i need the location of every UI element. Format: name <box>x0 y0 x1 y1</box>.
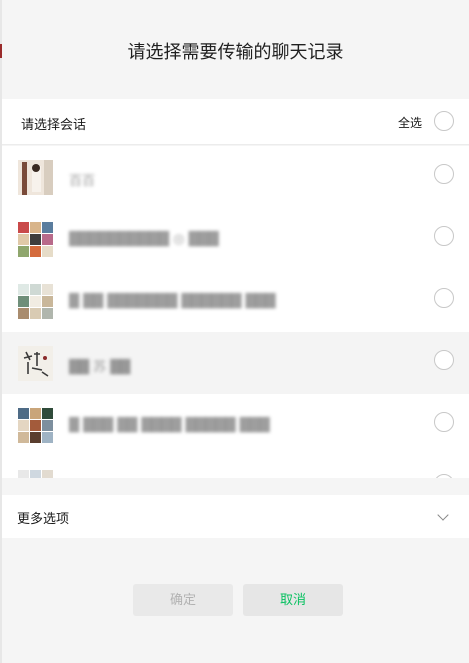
chat-name: █ ███ ██ ████ █████ ███ <box>69 418 270 433</box>
chat-select-radio[interactable] <box>434 474 454 478</box>
chevron-down-icon[interactable] <box>437 509 449 521</box>
chat-row[interactable]: ██████████ ◎ ███ <box>2 208 469 270</box>
confirm-button[interactable]: 确定 <box>133 584 233 616</box>
chat-name: ██ 苏 ██ <box>69 360 131 375</box>
chat-select-radio[interactable] <box>434 226 454 246</box>
chat-select-radio[interactable] <box>434 412 454 432</box>
group-avatar <box>18 284 53 319</box>
chat-name: █ ██ ███████ ██████ ███ <box>69 294 276 309</box>
select-all-radio[interactable] <box>434 111 454 131</box>
chat-select-radio[interactable] <box>434 288 454 308</box>
transfer-chat-dialog: 请选择需要传输的聊天记录 请选择会话 全选 百百 ██████████ ◎ ██… <box>2 0 469 663</box>
chat-row[interactable]: █ ███ ██ ████ █████ ███ <box>2 394 469 456</box>
dialog-title: 请选择需要传输的聊天记录 <box>127 42 344 63</box>
chat-row[interactable]: █ ██ ███████ ██████ ███ <box>2 270 469 332</box>
chat-avatar <box>18 346 53 381</box>
more-options-row[interactable]: 更多选项 <box>2 495 469 538</box>
group-avatar <box>18 408 53 443</box>
select-session-header: 请选择会话 全选 <box>2 99 469 145</box>
chat-select-radio[interactable] <box>434 350 454 370</box>
select-all-label[interactable]: 全选 <box>398 114 422 131</box>
group-avatar <box>18 470 53 478</box>
group-avatar <box>18 222 53 257</box>
chat-name: 百百 <box>69 174 96 189</box>
select-session-label: 请选择会话 <box>21 118 87 133</box>
chat-avatar <box>18 160 53 195</box>
cancel-button[interactable]: 取消 <box>243 584 343 616</box>
chat-row[interactable]: 百百 <box>2 146 469 208</box>
chat-row[interactable]: ██ 苏 ██ <box>2 332 469 394</box>
chat-row[interactable] <box>2 456 469 478</box>
chat-name: ██████████ ◎ ███ <box>69 232 219 247</box>
more-options-label: 更多选项 <box>17 512 70 527</box>
chat-select-radio[interactable] <box>434 164 454 184</box>
chat-list[interactable]: 百百 ██████████ ◎ ███ █ ██ ███████ ██████ … <box>2 146 469 478</box>
